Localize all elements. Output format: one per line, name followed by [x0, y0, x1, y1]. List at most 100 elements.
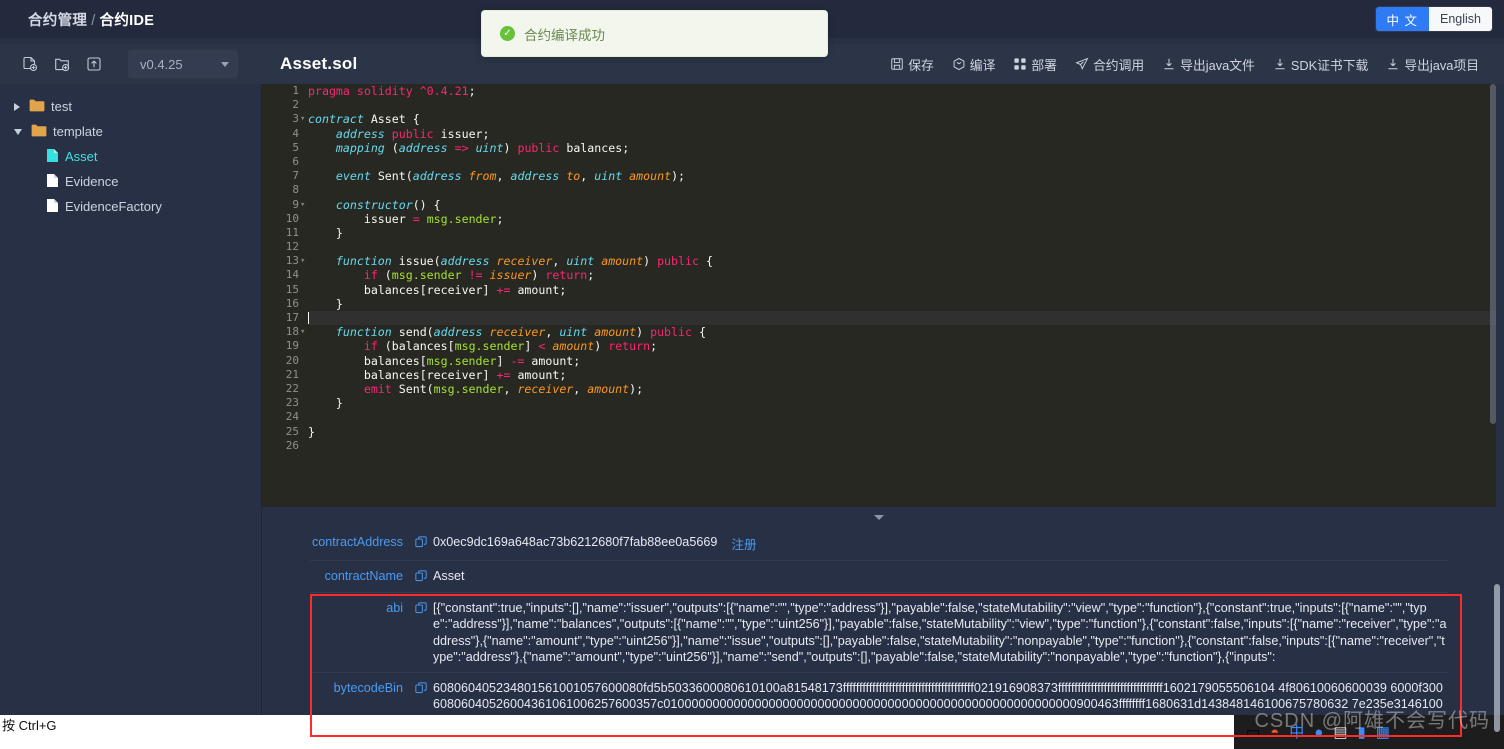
- browser-icon[interactable]: ◓: [1270, 725, 1279, 740]
- code-editor[interactable]: 1 2 3 ▾ 4 5 6 7 8 9 ▾ 10 11 12 13 ▾ 14 15 16 17 18 ▾ 19 20 21 22 2…: [262, 84, 1496, 507]
- code-line[interactable]: }: [308, 396, 1496, 410]
- chevron-right-icon[interactable]: [14, 102, 20, 111]
- code-line[interactable]: balances[receiver] += amount;: [308, 283, 1496, 297]
- code-line[interactable]: }: [308, 425, 1496, 439]
- row-value-cell: Asset: [415, 568, 1448, 585]
- sidebar-item-evidencefactory[interactable]: EvidenceFactory: [0, 194, 261, 219]
- sidebar-item-test[interactable]: test: [0, 94, 261, 119]
- line-number: 8: [292, 183, 299, 197]
- upload-icon[interactable]: [80, 50, 108, 78]
- copy-icon[interactable]: [415, 570, 427, 585]
- solidity-version-select[interactable]: v0.4.25: [128, 50, 238, 78]
- code-line[interactable]: function send(address receiver, uint amo…: [308, 325, 1496, 339]
- shirt-icon[interactable]: ▮: [1358, 725, 1366, 740]
- open-file-title: Asset.sol: [280, 54, 358, 73]
- code-line[interactable]: balances[receiver] += amount;: [308, 368, 1496, 382]
- code-line[interactable]: function issue(address receiver, uint am…: [308, 254, 1496, 268]
- keyboard-icon[interactable]: ▤: [1333, 725, 1347, 740]
- line-number: 20: [285, 353, 299, 367]
- code-line[interactable]: balances[msg.sender] -= amount;: [308, 354, 1496, 368]
- code-line[interactable]: [308, 183, 1496, 197]
- row-key: contractName: [324, 569, 403, 583]
- line-number: 12: [285, 240, 299, 254]
- code-line[interactable]: contract Asset {: [308, 112, 1496, 126]
- breadcrumb-root[interactable]: 合约管理: [28, 13, 87, 29]
- lang-english-button[interactable]: English: [1429, 7, 1492, 31]
- code-line[interactable]: pragma solidity ^0.4.21;: [308, 84, 1496, 98]
- row-key: bytecodeBin: [333, 681, 403, 696]
- solidity-version-value: v0.4.25: [140, 56, 183, 72]
- copy-icon[interactable]: [415, 536, 427, 551]
- download-icon: [1162, 57, 1176, 71]
- row-key: contractAddress: [312, 535, 403, 549]
- export-java-project-button[interactable]: 导出java项目: [1377, 48, 1488, 80]
- code-line[interactable]: if (balances[msg.sender] < amount) retur…: [308, 339, 1496, 353]
- new-folder-icon[interactable]: [48, 50, 76, 78]
- code-content[interactable]: pragma solidity ^0.4.21; contract Asset …: [304, 84, 1496, 507]
- code-line[interactable]: constructor() {: [308, 198, 1496, 212]
- sidebar-item-label: template: [53, 124, 103, 139]
- row-value-cell: [{"constant":true,"inputs":[],"name":"is…: [415, 600, 1448, 665]
- code-line[interactable]: issuer = msg.sender;: [308, 212, 1496, 226]
- copy-icon[interactable]: [415, 682, 427, 697]
- line-number: 10: [285, 211, 299, 225]
- line-number: 15: [285, 282, 299, 296]
- download-icon: [1273, 57, 1287, 71]
- code-line[interactable]: [308, 240, 1496, 254]
- compile-result-panel: contractAddress 0x0ec9dc169a648ac73b6212…: [262, 507, 1496, 744]
- deploy-button[interactable]: 部署: [1004, 48, 1066, 80]
- new-file-icon[interactable]: [16, 50, 44, 78]
- language-toggle[interactable]: 中 文 English: [1375, 7, 1492, 31]
- sidebar-item-asset[interactable]: Asset: [0, 144, 261, 169]
- sdk-cert-download-button[interactable]: SDK证书下载: [1264, 48, 1378, 80]
- code-line[interactable]: [308, 311, 1496, 326]
- mic-icon[interactable]: ●: [1314, 725, 1323, 740]
- copy-icon[interactable]: [415, 602, 427, 617]
- breadcrumb: 合约管理 / 合约IDE: [28, 9, 154, 30]
- code-line[interactable]: if (msg.sender != issuer) return;: [308, 268, 1496, 282]
- sidebar-item-template[interactable]: template: [0, 119, 261, 144]
- line-number: 22: [285, 381, 299, 395]
- lang-chinese-button[interactable]: 中 文: [1375, 7, 1429, 31]
- file-icon: [46, 148, 59, 166]
- line-number: 3: [292, 112, 299, 126]
- code-line[interactable]: [308, 410, 1496, 424]
- contract-invoke-button[interactable]: 合约调用: [1066, 48, 1153, 80]
- editor-scrollbar[interactable]: [1490, 84, 1496, 424]
- code-line[interactable]: }: [308, 226, 1496, 240]
- register-link[interactable]: 注册: [731, 534, 756, 553]
- code-line[interactable]: mapping (address => uint) public balance…: [308, 141, 1496, 155]
- file-tool-group: v0.4.25: [0, 44, 262, 84]
- code-line[interactable]: [308, 155, 1496, 169]
- success-toast: ✓ 合约编译成功: [481, 10, 828, 57]
- taskbar-icon[interactable]: ▭: [1246, 725, 1260, 740]
- result-panel-scrollbar[interactable]: [1494, 584, 1500, 732]
- apps-icon[interactable]: ▦: [1376, 725, 1390, 740]
- code-line[interactable]: [308, 439, 1496, 453]
- table-row: abi [{"constant":true,"inputs":[],"name"…: [310, 592, 1448, 672]
- ime-cn-icon[interactable]: 中: [1289, 725, 1304, 740]
- line-number: 1: [292, 84, 299, 97]
- code-line[interactable]: event Sent(address from, address to, uin…: [308, 169, 1496, 183]
- panel-collapse-toggle[interactable]: [262, 507, 1496, 527]
- breadcrumb-current: 合约IDE: [99, 12, 155, 29]
- toolbar-actions: 保存 编译 部署 合约调用 导出java文件 SDK证书下载 导出java项目: [881, 48, 1504, 80]
- chevron-down-icon[interactable]: [14, 128, 22, 135]
- deploy-icon: [1013, 57, 1027, 71]
- code-line[interactable]: [308, 98, 1496, 112]
- compile-button[interactable]: 编译: [943, 48, 1005, 80]
- chevron-down-icon: [874, 514, 884, 520]
- line-number: 21: [285, 367, 299, 381]
- save-icon: [890, 57, 904, 71]
- code-line[interactable]: address public issuer;: [308, 127, 1496, 141]
- code-line[interactable]: }: [308, 297, 1496, 311]
- export-java-file-button[interactable]: 导出java文件: [1153, 48, 1264, 80]
- code-line[interactable]: emit Sent(msg.sender, receiver, amount);: [308, 382, 1496, 396]
- contract-name-value: Asset: [433, 569, 465, 583]
- save-button[interactable]: 保存: [881, 48, 943, 80]
- breadcrumb-separator: /: [91, 12, 96, 29]
- line-number: 26: [285, 438, 299, 452]
- sidebar-item-evidence[interactable]: Evidence: [0, 169, 261, 194]
- sidebar-item-label: Evidence: [65, 174, 119, 189]
- line-number: 19: [285, 339, 299, 353]
